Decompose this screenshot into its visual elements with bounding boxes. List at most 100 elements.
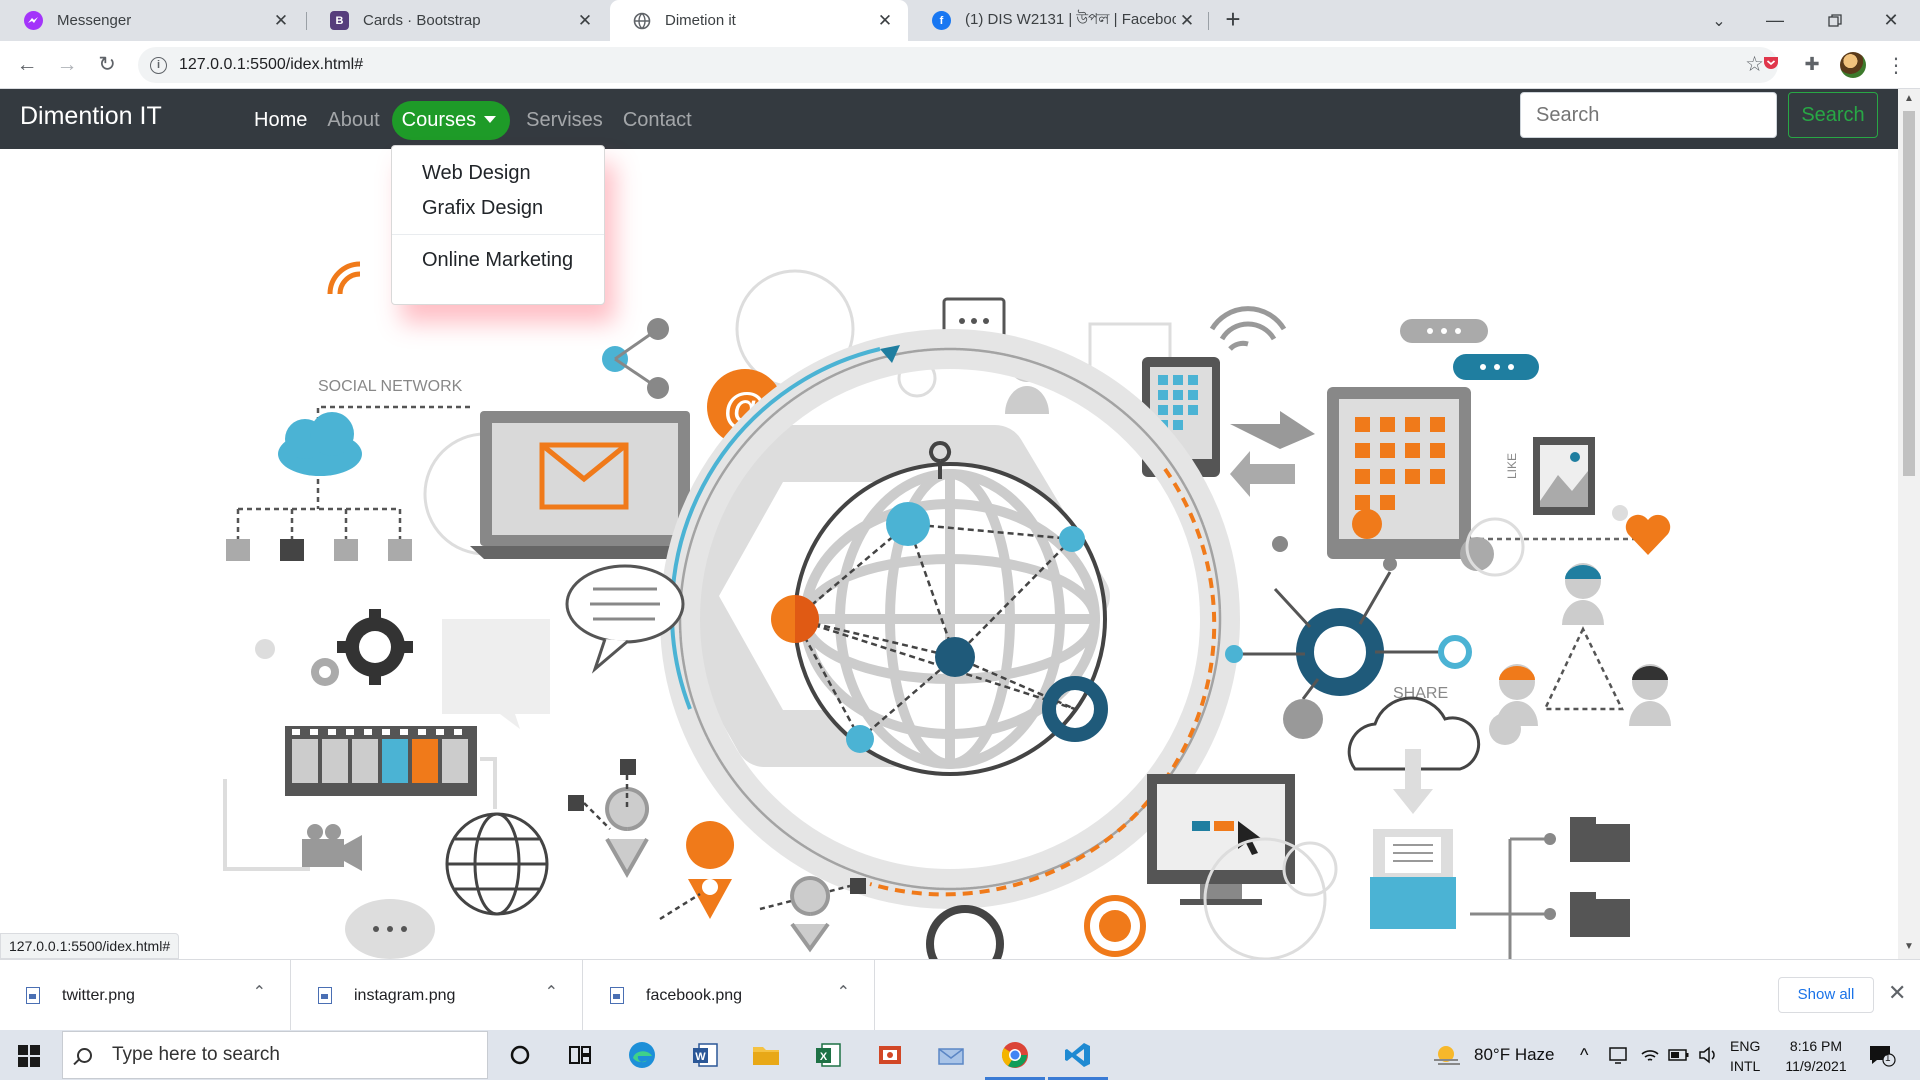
browser-tab-strip: Messenger ✕ B Cards · Bootstrap ✕ Dimeti…	[0, 0, 1920, 41]
forward-button[interactable]: →	[52, 50, 82, 80]
download-shelf: twitter.png ⌃ instagram.png ⌃ facebook.p…	[0, 959, 1920, 1031]
heart-icon	[1625, 514, 1671, 555]
scroll-down-arrow-icon[interactable]: ▼	[1904, 941, 1914, 952]
video-camera-icon	[302, 824, 362, 871]
tab-messenger[interactable]: Messenger ✕	[2, 0, 304, 41]
download-item[interactable]: twitter.png ⌃	[0, 960, 291, 1031]
taskbar-search-placeholder: Type here to search	[112, 1044, 280, 1065]
tab-dimetion-it[interactable]: Dimetion it ✕	[610, 0, 908, 41]
dropdown-item-online-marketing[interactable]: Online Marketing	[392, 243, 604, 278]
task-view-icon[interactable]	[563, 1039, 597, 1071]
tab-title: (1) DIS W2131 | উপল | Facebook	[965, 11, 1176, 28]
close-tab-icon[interactable]: ✕	[270, 11, 292, 31]
messenger-icon	[24, 11, 43, 30]
tab-search-chevron-icon[interactable]: ⌄	[1690, 0, 1748, 41]
nav-courses-dropdown[interactable]: Courses	[391, 101, 511, 140]
windows-taskbar: Type here to search W X 80°F Haze ^ ENG …	[0, 1030, 1920, 1080]
close-shelf-icon[interactable]: ✕	[1888, 980, 1906, 1006]
tray-defender-icon[interactable]	[1608, 1030, 1628, 1080]
show-all-downloads-button[interactable]: Show all	[1778, 977, 1874, 1013]
tab-title: Messenger	[57, 12, 132, 29]
wifi-status-icon[interactable]	[1640, 1030, 1660, 1080]
tablet-apps-icon	[1327, 387, 1471, 559]
haze-sun-icon	[1434, 1046, 1460, 1065]
input-language-indicator[interactable]: ENG INTL	[1730, 1036, 1760, 1076]
close-tab-icon[interactable]: ✕	[574, 11, 596, 31]
bootstrap-icon: B	[330, 11, 349, 30]
back-button[interactable]: ←	[12, 50, 42, 80]
profile-avatar[interactable]	[1840, 52, 1866, 78]
download-item[interactable]: instagram.png ⌃	[292, 960, 583, 1031]
reload-button[interactable]: ↻	[92, 50, 122, 80]
browser-toolbar: ← → ↻ i 127.0.0.1:5500/idex.html# ☆ ✚ ⋮	[0, 41, 1920, 89]
minimize-button[interactable]: —	[1746, 0, 1804, 41]
nav-home[interactable]: Home	[244, 101, 317, 140]
chrome-app-icon[interactable]	[998, 1039, 1032, 1071]
share-nodes-icon	[602, 318, 669, 399]
caret-down-icon	[484, 116, 497, 123]
keyboard-layout: INTL	[1730, 1058, 1761, 1074]
svg-text:X: X	[820, 1051, 828, 1063]
download-item[interactable]: facebook.png ⌃	[584, 960, 875, 1031]
tab-facebook[interactable]: f (1) DIS W2131 | উপল | Facebook ✕	[910, 0, 1210, 41]
chevron-up-icon[interactable]: ⌃	[837, 982, 850, 1002]
system-clock[interactable]: 8:16 PM 11/9/2021	[1776, 1036, 1856, 1076]
weather-widget[interactable]: 80°F Haze	[1432, 1030, 1555, 1080]
tray-chevron-icon[interactable]: ^	[1580, 1030, 1588, 1080]
dropdown-item-grafix-design[interactable]: Grafix Design	[392, 191, 604, 226]
language-code: ENG	[1730, 1038, 1761, 1054]
ellipsis-bubble-icon	[345, 899, 435, 959]
close-tab-icon[interactable]: ✕	[1176, 11, 1198, 31]
vscode-app-icon[interactable]	[1061, 1039, 1095, 1071]
nav-about[interactable]: About	[317, 101, 389, 140]
site-search-input[interactable]	[1520, 92, 1777, 138]
cloud-icon	[278, 412, 362, 476]
address-bar[interactable]: i 127.0.0.1:5500/idex.html# ☆	[138, 47, 1778, 83]
nav-services[interactable]: Servises	[516, 101, 613, 140]
edge-browser-icon[interactable]	[625, 1039, 659, 1071]
battery-icon[interactable]	[1668, 1030, 1690, 1080]
social-network-label: SOCIAL NETWORK	[318, 378, 463, 395]
chevron-up-icon[interactable]: ⌃	[253, 982, 266, 1002]
file-explorer-icon[interactable]	[749, 1039, 783, 1071]
site-info-icon[interactable]: i	[150, 56, 167, 74]
cortana-icon[interactable]	[503, 1039, 537, 1071]
nav-contact[interactable]: Contact	[613, 101, 702, 140]
site-navbar: Dimention IT Home About Courses Servises…	[0, 89, 1898, 149]
notification-count: 1	[1885, 1053, 1891, 1064]
scrollbar-thumb[interactable]	[1903, 111, 1915, 476]
excel-app-icon[interactable]: X	[811, 1039, 845, 1071]
volume-icon[interactable]	[1698, 1030, 1718, 1080]
windows-start-icon[interactable]	[18, 1045, 40, 1067]
touch-icon	[1084, 895, 1146, 957]
word-app-icon[interactable]: W	[688, 1039, 722, 1071]
restore-button[interactable]	[1806, 0, 1864, 41]
chevron-up-icon[interactable]: ⌃	[545, 982, 558, 1002]
new-tab-button[interactable]: +	[1218, 5, 1248, 35]
close-window-button[interactable]: ✕	[1862, 0, 1920, 41]
globe-icon	[632, 11, 651, 30]
mail-app-icon[interactable]	[935, 1039, 969, 1071]
notification-center-icon[interactable]: 1	[1868, 1030, 1896, 1080]
scroll-up-arrow-icon[interactable]: ▲	[1904, 93, 1914, 104]
wifi-icon	[327, 261, 361, 295]
search-icon	[77, 1047, 92, 1063]
site-search-button[interactable]: Search	[1788, 92, 1878, 138]
image-file-icon	[318, 987, 332, 1004]
people-network-icon	[1496, 563, 1671, 726]
download-filename: instagram.png	[354, 986, 456, 1004]
close-tab-icon[interactable]: ✕	[874, 11, 896, 31]
page-scrollbar[interactable]: ▲ ▼	[1898, 89, 1920, 959]
tab-bootstrap[interactable]: B Cards · Bootstrap ✕	[308, 0, 608, 41]
dropdown-item-web-design[interactable]: Web Design	[392, 156, 604, 191]
download-filename: facebook.png	[646, 986, 743, 1004]
image-file-icon	[610, 987, 624, 1004]
laptop-mail-icon	[470, 411, 700, 559]
taskbar-search-box[interactable]: Type here to search	[62, 1031, 488, 1079]
download-filename: twitter.png	[62, 986, 135, 1004]
pocket-extension-icon[interactable]	[1760, 54, 1782, 76]
extensions-puzzle-icon[interactable]: ✚	[1801, 54, 1823, 76]
browser-menu-icon[interactable]: ⋮	[1886, 53, 1906, 78]
site-brand[interactable]: Dimention IT	[20, 102, 162, 131]
powerpoint-app-icon[interactable]	[873, 1039, 907, 1071]
